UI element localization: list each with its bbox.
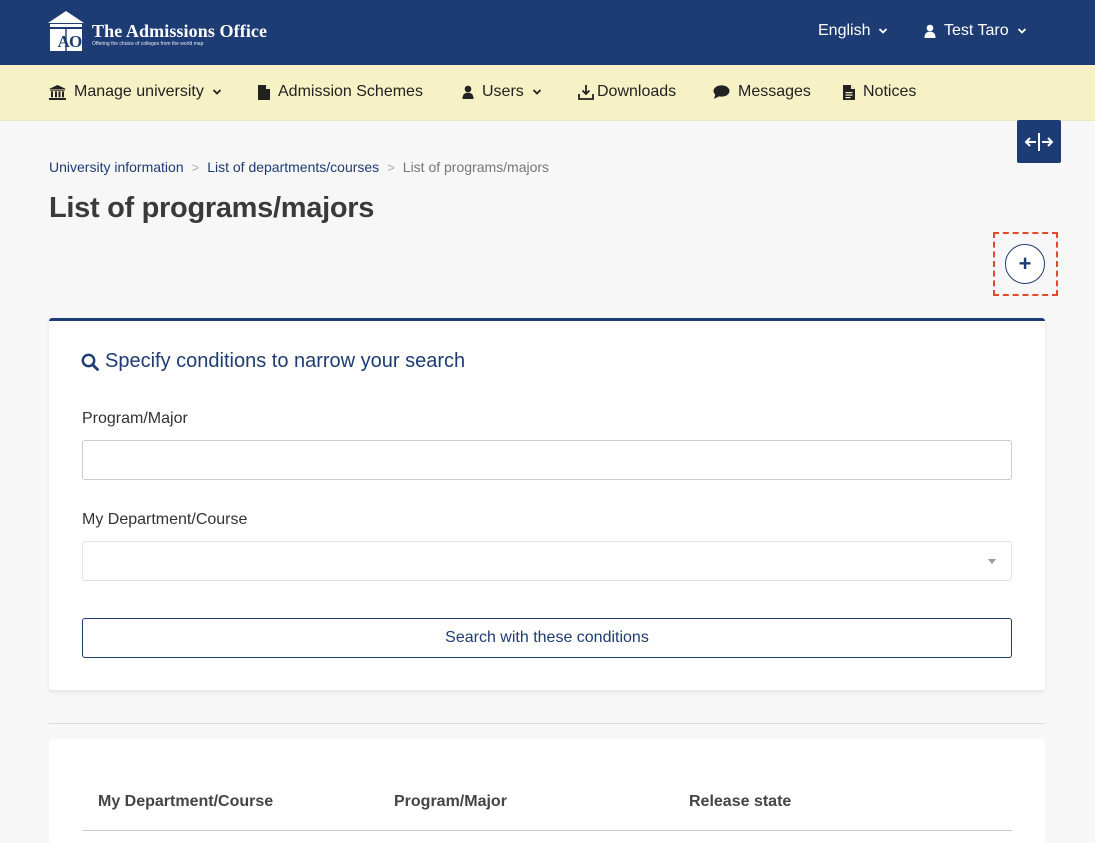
breadcrumb-current: List of programs/majors: [402, 159, 550, 175]
arrows-horizontal-icon: [1024, 132, 1054, 151]
search-heading: Specify conditions to narrow your search: [81, 350, 465, 373]
column-header-release-state[interactable]: Release state: [689, 793, 791, 811]
nav-label: Messages: [738, 83, 811, 100]
chevron-down-icon: [212, 89, 221, 95]
nav-label: Downloads: [597, 83, 677, 100]
page-title: List of programs/majors: [49, 192, 375, 224]
nav-users[interactable]: Users: [462, 83, 542, 101]
language-dropdown[interactable]: English: [818, 22, 888, 40]
add-program-button[interactable]: +: [1005, 244, 1045, 284]
site-logo[interactable]: A O The Admissions Office Offering the c…: [48, 11, 267, 51]
comment-icon: [713, 85, 730, 99]
breadcrumb-separator: >: [191, 159, 200, 175]
table-header-border: [82, 830, 1012, 831]
svg-text:O: O: [69, 32, 82, 51]
nav-notices[interactable]: Notices: [843, 83, 916, 101]
department-course-label: My Department/Course: [82, 511, 248, 528]
program-major-label: Program/Major: [82, 410, 188, 427]
logo-building-icon: A O: [48, 11, 84, 51]
nav-label: Notices: [863, 83, 917, 100]
search-panel: Specify conditions to narrow your search…: [49, 318, 1045, 690]
nav-manage-university[interactable]: Manage university: [49, 83, 222, 101]
nav-label: Manage university: [74, 83, 204, 100]
breadcrumb: University information > List of departm…: [49, 159, 549, 175]
chevron-down-icon: [879, 28, 888, 34]
main-nav: Manage university Admission Schemes User…: [0, 65, 1095, 121]
chevron-down-icon: [532, 89, 541, 95]
caret-down-icon: [988, 559, 996, 564]
logo-title: The Admissions Office: [92, 21, 268, 41]
language-label: English: [818, 22, 871, 39]
user-icon: [462, 85, 474, 99]
user-name: Test Taro: [944, 22, 1009, 39]
department-course-select[interactable]: [82, 541, 1012, 581]
breadcrumb-separator: >: [387, 159, 395, 175]
file-icon: [258, 84, 270, 100]
document-icon: [843, 84, 855, 100]
nav-label: Users: [482, 83, 524, 100]
breadcrumb-university-information[interactable]: University information: [49, 159, 184, 175]
nav-messages[interactable]: Messages: [713, 83, 811, 101]
program-major-input[interactable]: [82, 440, 1012, 480]
column-header-program[interactable]: Program/Major: [394, 793, 507, 811]
top-header: A O The Admissions Office Offering the c…: [0, 0, 1095, 65]
plus-icon: +: [1018, 251, 1032, 276]
section-divider: [49, 723, 1045, 724]
breadcrumb-departments-courses[interactable]: List of departments/courses: [207, 159, 379, 175]
expand-width-button[interactable]: [1017, 120, 1061, 163]
search-icon: [81, 353, 99, 371]
results-table: My Department/Course Program/Major Relea…: [49, 739, 1045, 843]
logo-tagline: Offering the choice of colleges from the…: [92, 41, 204, 47]
nav-downloads[interactable]: Downloads: [578, 83, 676, 101]
search-heading-text: Specify conditions to narrow your search: [105, 350, 466, 372]
download-icon: [578, 84, 594, 100]
user-icon: [924, 24, 936, 38]
nav-admission-schemes[interactable]: Admission Schemes: [258, 83, 423, 101]
nav-label: Admission Schemes: [278, 83, 423, 100]
search-submit-button[interactable]: Search with these conditions: [82, 618, 1012, 658]
chevron-down-icon: [1017, 28, 1026, 34]
university-icon: [49, 84, 66, 100]
column-header-department[interactable]: My Department/Course: [98, 793, 273, 811]
user-menu-dropdown[interactable]: Test Taro: [924, 22, 1027, 40]
